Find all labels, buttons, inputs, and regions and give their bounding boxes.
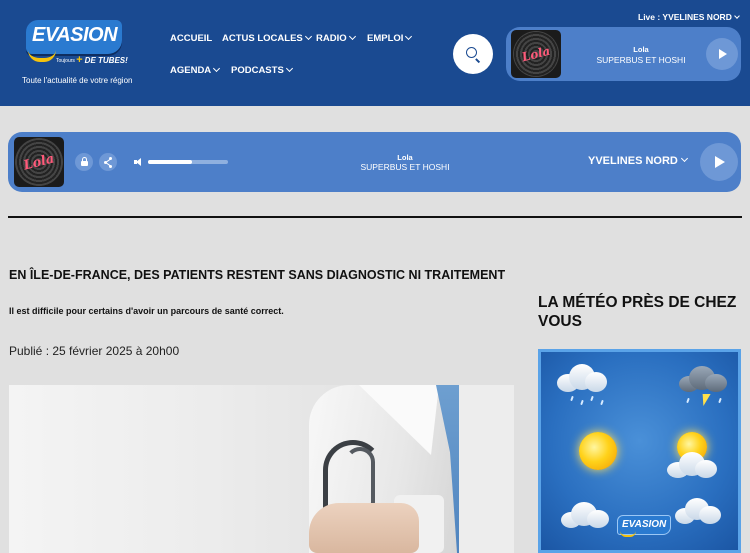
section-divider: [8, 216, 742, 218]
logo-swoosh: [28, 50, 56, 62]
article-date: Publié : 25 février 2025 à 20h00: [9, 344, 180, 358]
rain-drop: [686, 397, 690, 404]
nav-label: AGENDA: [170, 65, 212, 76]
cloud-icon: [675, 498, 723, 526]
track-title: Lola: [633, 45, 649, 54]
audio-player-bar: Lola Lola SUPERBUS ET HOSHI YVELINES NOR…: [8, 132, 741, 192]
sun-icon: [579, 432, 617, 470]
cloud-part: [699, 506, 721, 524]
cloud-icon: [561, 502, 611, 530]
play-icon: [715, 156, 725, 168]
chevron-down-icon: [734, 13, 740, 19]
track-artist: SUPERBUS ET HOSHI: [360, 162, 450, 172]
volume-slider[interactable]: [148, 160, 228, 164]
partly-cloudy-icon: [667, 450, 719, 480]
hand: [309, 503, 419, 553]
volume-icon[interactable]: [134, 158, 143, 166]
nav-label: EMPLOI: [367, 33, 404, 44]
article-image: [9, 385, 514, 553]
station-name: YVELINES NORD: [588, 155, 678, 167]
article-title: EN ÎLE-DE-FRANCE, DES PATIENTS RESTENT S…: [9, 268, 506, 282]
cloud-part: [585, 372, 607, 392]
search-icon-handle: [475, 58, 481, 63]
chevron-down-icon: [680, 154, 688, 163]
cloud-part: [705, 374, 727, 392]
site-tagline: Toute l'actualité de votre région: [22, 76, 133, 85]
mini-player: Lola Lola SUPERBUS ET HOSHI: [506, 27, 741, 81]
article-subtitle: Il est difficile pour certains d'avoir u…: [9, 306, 284, 316]
live-label-text: Live : YVELINES NORD: [638, 12, 732, 22]
nav-actus-locales[interactable]: ACTUS LOCALES: [222, 32, 312, 44]
play-button[interactable]: [706, 38, 738, 70]
chevron-down-icon: [405, 32, 413, 41]
logo-text: EVASION: [32, 24, 118, 46]
nav-label: RADIO: [316, 33, 347, 44]
chevron-down-icon: [285, 64, 293, 73]
chevron-down-icon: [304, 32, 312, 41]
rain-drop: [570, 395, 574, 402]
album-cover: Lola: [14, 137, 64, 187]
logo-tag-text: DE TUBES!: [84, 56, 128, 65]
meteo-widget[interactable]: EVASION: [538, 349, 741, 553]
storm-cloud-icon: [679, 364, 729, 394]
rain-cloud-icon: [557, 362, 609, 394]
volume-level: [148, 160, 192, 164]
chevron-down-icon: [348, 32, 356, 41]
meteo-title: LA MÉTÉO PRÈS DE CHEZ VOUS: [538, 294, 737, 330]
chevron-down-icon: [213, 64, 221, 73]
search-button[interactable]: [453, 34, 493, 74]
site-header: EVASION Toujours + DE TUBES! Toute l'act…: [0, 0, 750, 106]
meteo-logo: EVASION: [617, 515, 671, 537]
nav-label: ACTUS LOCALES: [222, 33, 303, 44]
album-cover: Lola: [511, 30, 561, 78]
lock-icon-body: [81, 161, 88, 166]
meteo-logo-text: EVASION: [622, 519, 667, 530]
meteo-logo-swoosh: [620, 531, 636, 537]
lightning-icon: [699, 394, 711, 406]
rain-drop: [600, 399, 604, 406]
cloud-part: [695, 460, 717, 478]
play-icon: [719, 49, 727, 59]
cloud-part: [587, 510, 609, 528]
lock-button[interactable]: [75, 153, 93, 171]
share-button[interactable]: [99, 153, 117, 171]
logo-tag: + DE TUBES!: [76, 54, 128, 66]
live-station-selector[interactable]: Live : YVELINES NORD: [638, 12, 740, 22]
play-button[interactable]: [700, 143, 738, 181]
nav-accueil[interactable]: ACCUEIL: [170, 33, 212, 44]
logo-tag-small: Toujours: [56, 58, 75, 64]
rain-drop: [590, 395, 594, 402]
rain-drop: [718, 397, 722, 404]
coat-edge: [459, 385, 514, 553]
nav-label: PODCASTS: [231, 65, 284, 76]
rain-drop: [580, 399, 584, 406]
track-artist: SUPERBUS ET HOSHI: [596, 55, 686, 65]
nav-agenda[interactable]: AGENDA: [170, 64, 221, 76]
logo-plus: +: [76, 54, 83, 66]
track-title: Lola: [397, 153, 413, 162]
volume-icon-cone: [136, 158, 141, 166]
nav-label: ACCUEIL: [170, 33, 213, 44]
station-selector[interactable]: YVELINES NORD: [588, 154, 688, 167]
site-logo[interactable]: EVASION Toujours + DE TUBES!: [26, 20, 128, 66]
nav-podcasts[interactable]: PODCASTS: [231, 64, 293, 76]
nav-emploi[interactable]: EMPLOI: [367, 32, 413, 44]
share-icon-line: [106, 162, 111, 167]
nav-radio[interactable]: RADIO: [316, 32, 356, 44]
search-icon: [466, 47, 477, 58]
